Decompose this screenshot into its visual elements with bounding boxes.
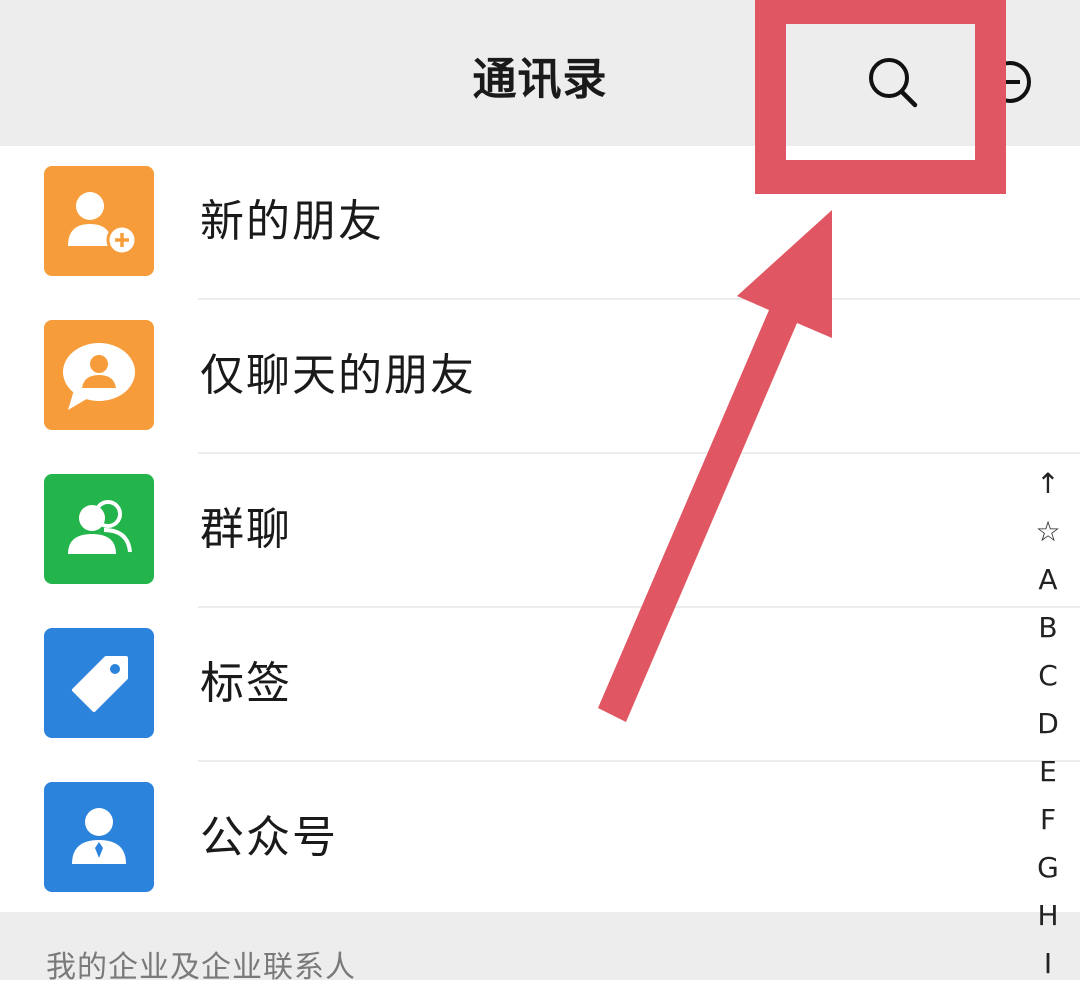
menu-item-label: 标签 bbox=[200, 658, 292, 709]
index-e[interactable]: E bbox=[1028, 748, 1068, 796]
new-friend-icon bbox=[44, 166, 154, 276]
menu-item-group-chats[interactable]: 群聊 bbox=[0, 454, 1080, 608]
tag-icon bbox=[44, 628, 154, 738]
index-star[interactable]: ☆ bbox=[1028, 508, 1068, 556]
group-chat-icon bbox=[44, 474, 154, 584]
index-c[interactable]: C bbox=[1028, 652, 1068, 700]
add-circle-icon bbox=[989, 61, 1031, 103]
index-d[interactable]: D bbox=[1028, 700, 1068, 748]
index-i[interactable]: I bbox=[1028, 940, 1068, 988]
index-a[interactable]: A bbox=[1028, 556, 1068, 604]
search-icon bbox=[869, 58, 918, 108]
index-b[interactable]: B bbox=[1028, 604, 1068, 652]
index-g[interactable]: G bbox=[1028, 844, 1068, 892]
chat-only-friend-icon bbox=[44, 320, 154, 430]
index-top[interactable]: ↑ bbox=[1028, 460, 1068, 508]
search-button[interactable] bbox=[862, 52, 922, 112]
menu-item-label: 新的朋友 bbox=[200, 196, 384, 247]
menu-item-label: 仅聊天的朋友 bbox=[200, 350, 476, 401]
menu-item-new-friends[interactable]: 新的朋友 bbox=[0, 146, 1080, 300]
menu-item-label: 群聊 bbox=[200, 504, 292, 555]
index-h[interactable]: H bbox=[1028, 892, 1068, 940]
section-header: 我的企业及企业联系人 bbox=[0, 912, 1080, 985]
alphabet-index-bar[interactable]: ↑ ☆ A B C D E F G H I bbox=[1028, 460, 1068, 988]
section-title: 我的企业及企业联系人 bbox=[46, 950, 356, 985]
add-button[interactable] bbox=[988, 55, 1048, 109]
menu-item-tags[interactable]: 标签 bbox=[0, 608, 1080, 762]
official-account-icon bbox=[44, 782, 154, 892]
top-bar: 通讯录 bbox=[0, 0, 1080, 146]
menu-item-label: 公众号 bbox=[200, 812, 338, 863]
index-f[interactable]: F bbox=[1028, 796, 1068, 844]
menu-item-official-accounts[interactable]: 公众号 bbox=[0, 762, 1080, 916]
menu-item-chat-only-friends[interactable]: 仅聊天的朋友 bbox=[0, 300, 1080, 454]
